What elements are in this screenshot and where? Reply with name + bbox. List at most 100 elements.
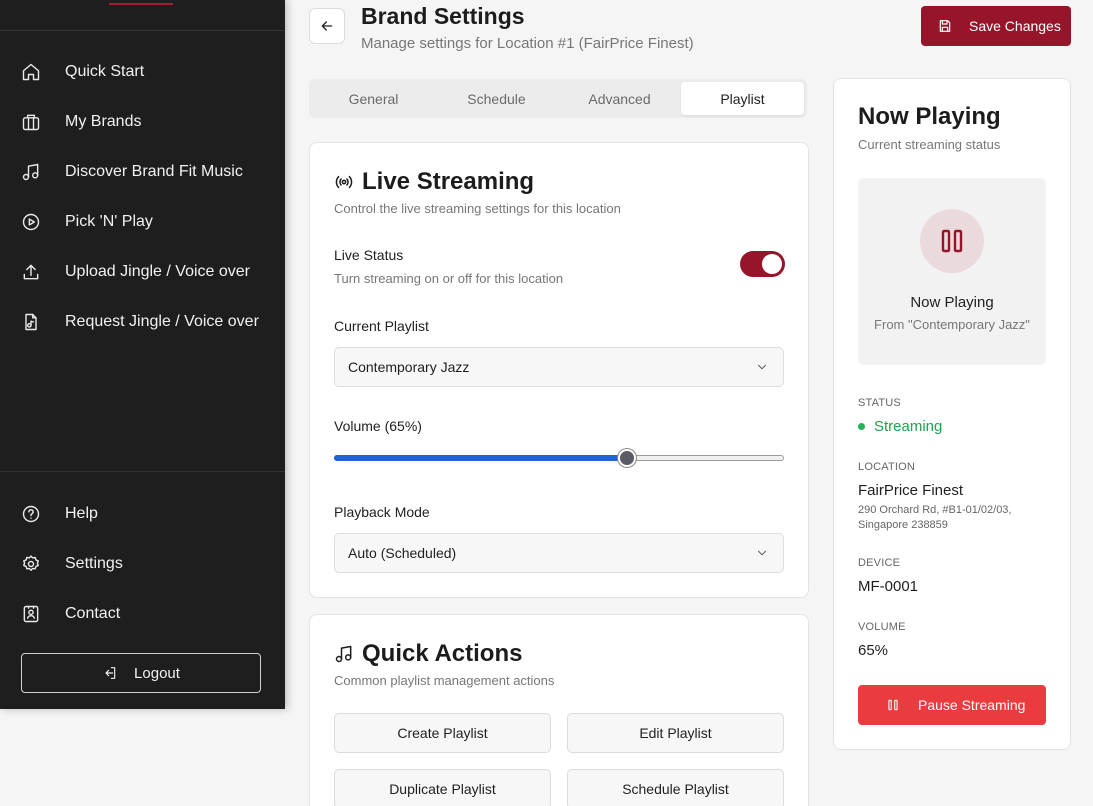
live-status-label: Live Status [334, 247, 404, 263]
back-button[interactable] [309, 8, 345, 44]
location-label: LOCATION [858, 461, 916, 473]
live-status-help: Turn streaming on or off for this locati… [334, 271, 564, 286]
playback-mode-select[interactable]: Auto (Scheduled) [334, 533, 784, 573]
home-icon [21, 62, 41, 82]
sidebar-item-quick-start[interactable]: Quick Start [0, 47, 285, 97]
gear-icon [21, 554, 41, 574]
sidebar-bottom-nav: Help Settings Contact [0, 489, 285, 639]
contact-card-icon [21, 604, 41, 624]
volume-slider-fill [334, 455, 627, 461]
now-playing-panel-title: Now Playing [910, 294, 994, 311]
arrow-left-icon [321, 21, 333, 31]
tab-schedule[interactable]: Schedule [435, 82, 558, 115]
music-note-icon [335, 645, 352, 663]
logout-button[interactable]: Logout [21, 653, 261, 693]
sidebar-item-my-brands[interactable]: My Brands [0, 97, 285, 147]
save-changes-button[interactable]: Save Changes [921, 6, 1071, 46]
sidebar-item-label: Contact [65, 605, 121, 622]
pause-streaming-button[interactable]: Pause Streaming [858, 685, 1046, 725]
sidebar-item-label: Upload Jingle / Voice over [65, 263, 250, 280]
sidebar-item-contact[interactable]: Contact [0, 589, 285, 639]
edit-playlist-button[interactable]: Edit Playlist [567, 713, 784, 753]
tab-advanced[interactable]: Advanced [558, 82, 681, 115]
quick-actions-title-row: Quick Actions [334, 640, 522, 668]
quick-actions-title: Quick Actions [362, 640, 523, 667]
status-value-row: Streaming [858, 418, 942, 435]
volume-slider[interactable] [334, 449, 784, 467]
play-circle-icon [21, 212, 41, 232]
live-streaming-card: Live Streaming Control the live streamin… [309, 142, 809, 598]
sidebar-item-help[interactable]: Help [0, 489, 285, 539]
now-playing-source: From "Contemporary Jazz" [874, 317, 1030, 332]
quick-actions-card: Quick Actions Common playlist management… [309, 614, 809, 806]
live-streaming-description: Control the live streaming settings for … [334, 201, 621, 216]
create-playlist-button[interactable]: Create Playlist [334, 713, 551, 753]
volume-info-label: VOLUME [858, 621, 906, 633]
playback-mode-label: Playback Mode [334, 504, 430, 520]
status-value: Streaming [874, 418, 943, 435]
building-icon [21, 112, 41, 132]
file-audio-icon [21, 312, 41, 332]
pause-streaming-label: Pause Streaming [918, 697, 1026, 713]
sidebar-item-label: Request Jingle / Voice over [65, 313, 259, 330]
music-note-icon [21, 162, 41, 182]
current-playlist-select[interactable]: Contemporary Jazz [334, 347, 784, 387]
page-title: Brand Settings [361, 3, 525, 29]
now-playing-subtitle: Current streaming status [858, 137, 1001, 152]
volume-slider-thumb[interactable] [617, 449, 636, 467]
sidebar-item-discover-music[interactable]: Discover Brand Fit Music [0, 147, 285, 197]
settings-tabs: General Schedule Advanced Playlist [309, 79, 807, 118]
divider [0, 30, 285, 31]
sidebar-item-label: Pick 'N' Play [65, 213, 153, 230]
chevron-down-icon [758, 550, 766, 556]
broadcast-icon [335, 175, 353, 189]
live-streaming-title-row: Live Streaming [334, 168, 534, 196]
live-status-toggle[interactable] [740, 251, 785, 277]
volume-label: Volume (65%) [334, 418, 422, 434]
pause-icon [888, 699, 898, 711]
current-playlist-label: Current Playlist [334, 318, 429, 334]
volume-info-value: 65% [858, 642, 889, 659]
save-icon [939, 20, 951, 32]
location-address: 290 Orchard Rd, #B1-01/02/03, Singapore … [858, 504, 1012, 531]
now-playing-card: Now Playing Current streaming status Now… [833, 78, 1071, 750]
sidebar-item-label: Discover Brand Fit Music [65, 163, 243, 180]
sidebar-nav: Quick Start My Brands Discover Brand Fit… [0, 47, 285, 347]
logout-label: Logout [134, 664, 180, 682]
brand-accent-line [109, 0, 173, 5]
sidebar-item-label: Help [65, 505, 98, 522]
live-streaming-title: Live Streaming [362, 168, 535, 195]
help-circle-icon [21, 504, 41, 524]
current-playlist-value: Contemporary Jazz [348, 359, 470, 375]
duplicate-playlist-button[interactable]: Duplicate Playlist [334, 769, 551, 806]
page-subtitle: Manage settings for Location #1 (FairPri… [361, 35, 694, 52]
now-playing-indicator [920, 209, 984, 273]
schedule-playlist-button[interactable]: Schedule Playlist [567, 769, 784, 806]
sidebar-item-request-jingle[interactable]: Request Jingle / Voice over [0, 297, 285, 347]
now-playing-panel: Now Playing From "Contemporary Jazz" [858, 178, 1046, 365]
quick-actions-description: Common playlist management actions [334, 673, 555, 688]
sidebar-item-upload-jingle[interactable]: Upload Jingle / Voice over [0, 247, 285, 297]
divider [0, 471, 285, 472]
sidebar-item-label: Quick Start [65, 63, 145, 80]
pause-icon [941, 229, 963, 253]
sidebar-item-label: My Brands [65, 113, 142, 130]
upload-icon [21, 262, 41, 282]
logout-icon [105, 667, 116, 679]
sidebar-item-pick-n-play[interactable]: Pick 'N' Play [0, 197, 285, 247]
chevron-down-icon [758, 364, 766, 370]
location-name: FairPrice Finest [858, 482, 964, 499]
status-label: STATUS [858, 397, 901, 409]
sidebar-item-label: Settings [65, 555, 123, 572]
sidebar-item-settings[interactable]: Settings [0, 539, 285, 589]
sidebar: Quick Start My Brands Discover Brand Fit… [0, 0, 285, 709]
status-dot [858, 423, 865, 430]
toggle-knob [762, 254, 782, 274]
save-changes-label: Save Changes [969, 18, 1061, 34]
playback-mode-value: Auto (Scheduled) [348, 545, 457, 561]
device-value: MF-0001 [858, 578, 919, 595]
tab-general[interactable]: General [312, 82, 435, 115]
device-label: DEVICE [858, 557, 901, 569]
tab-playlist[interactable]: Playlist [681, 82, 804, 115]
now-playing-title: Now Playing [858, 103, 1001, 130]
